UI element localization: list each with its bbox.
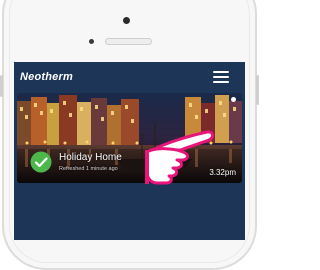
refresh-status: Refreshed 1 minute ago xyxy=(59,166,118,172)
card-indicator-dot xyxy=(231,97,236,102)
pointing-hand-icon xyxy=(145,130,215,185)
phone-sensor xyxy=(89,39,94,44)
phone-side-button-left xyxy=(0,75,3,97)
phone-speaker xyxy=(105,38,152,45)
phone-side-button-right xyxy=(256,75,259,105)
app-header: Neotherm xyxy=(14,62,245,92)
check-circle-icon xyxy=(30,151,52,173)
app-title: Neotherm xyxy=(20,71,73,83)
app-screen: Neotherm Holiday Home Refreshed 1 minute… xyxy=(14,62,245,240)
phone-camera xyxy=(123,17,130,24)
home-name: Holiday Home xyxy=(59,152,122,163)
hamburger-menu-icon[interactable] xyxy=(213,71,229,83)
